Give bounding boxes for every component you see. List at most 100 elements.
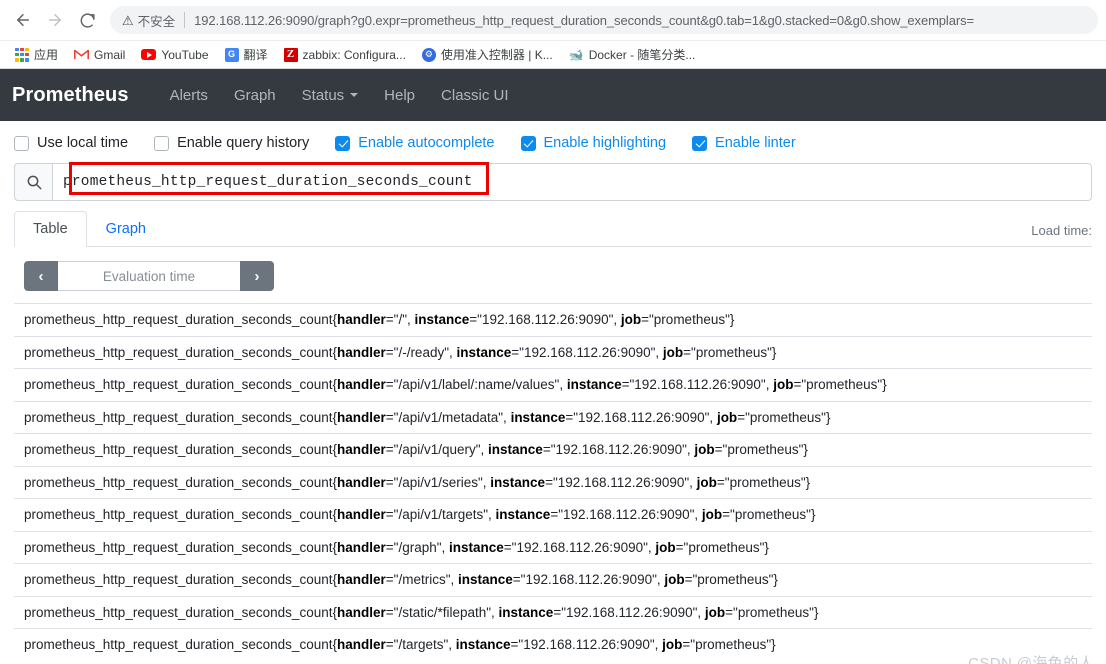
back-arrow-icon[interactable]	[8, 5, 38, 35]
label-value-job: ="prometheus"	[722, 507, 811, 523]
evaluation-time-input[interactable]: Evaluation time	[58, 261, 240, 291]
metric-name: prometheus_http_request_duration_seconds…	[24, 442, 333, 458]
label-key-job: job	[655, 539, 676, 555]
label-key-job: job	[701, 507, 723, 523]
label-key-handler: handler	[337, 539, 386, 555]
close-brace: }	[771, 344, 777, 360]
reload-icon[interactable]	[72, 5, 102, 35]
nav-link-help[interactable]: Help	[371, 81, 428, 110]
checkbox-use-local-time[interactable]	[14, 135, 29, 151]
label-key-instance: instance	[566, 377, 622, 393]
label-key-job: job	[662, 344, 684, 360]
table-row: prometheus_http_request_duration_seconds…	[14, 465, 1092, 499]
close-brace: }	[764, 539, 769, 555]
metric-name: prometheus_http_request_duration_seconds…	[24, 474, 333, 490]
option-enable-query-history[interactable]: Enable query history	[154, 135, 309, 151]
security-label: 不安全	[137, 14, 176, 29]
gmail-icon	[74, 47, 90, 62]
series-cell: prometheus_http_request_duration_seconds…	[14, 628, 1092, 661]
label-value-instance: ="192.168.112.26:9090",	[511, 344, 663, 360]
bookmark-docker[interactable]: 🐋 Docker - 随笔分类...	[562, 43, 703, 66]
checkbox-enable-query-history[interactable]	[154, 135, 170, 151]
label-value-instance: ="192.168.112.26:9090",	[621, 377, 774, 393]
label-value-handler: ="/metrics",	[385, 572, 458, 588]
option-label: Enable highlighting	[543, 135, 667, 151]
bookmark-label: 使用准入控制器 | K...	[440, 48, 553, 62]
nav-link-label: Status	[301, 86, 345, 104]
bookmark-translate[interactable]: G 翻译	[218, 43, 275, 66]
nav-link-alerts[interactable]: Alerts	[157, 81, 221, 110]
bookmark-kubernetes[interactable]: ⚙ 使用准入控制器 | K...	[415, 43, 560, 66]
bookmark-gmail[interactable]: Gmail	[67, 44, 132, 65]
checkbox-enable-highlighting[interactable]	[520, 135, 536, 151]
label-key-instance: instance	[510, 409, 566, 425]
table-row: prometheus_http_request_duration_seconds…	[14, 303, 1092, 337]
label-value-instance: ="192.168.112.26:9090",	[545, 474, 697, 490]
label-key-job: job	[716, 409, 738, 425]
brand-title[interactable]: Prometheus	[12, 84, 129, 107]
label-key-handler: handler	[337, 637, 386, 653]
label-key-instance: instance	[456, 344, 512, 360]
bookmark-zabbix[interactable]: Z zabbix: Configura...	[277, 45, 413, 65]
label-key-job: job	[773, 377, 794, 393]
label-key-handler: handler	[337, 312, 386, 327]
search-icon[interactable]	[14, 163, 52, 201]
option-enable-highlighting[interactable]: Enable highlighting	[520, 135, 667, 151]
label-key-instance: instance	[498, 604, 554, 620]
chevron-left-icon[interactable]: ‹	[24, 261, 58, 291]
label-value-handler: ="/graph",	[385, 539, 450, 555]
security-status[interactable]: ⚠ 不安全	[122, 11, 175, 30]
label-value-job: ="prometheus"	[684, 572, 774, 588]
label-key-instance: instance	[458, 572, 513, 588]
nav-link-classic-ui[interactable]: Classic UI	[428, 81, 522, 110]
bookmarks-bar: 应用 Gmail YouTube G 翻译 Z zabbix: Configur…	[0, 40, 1106, 68]
series-cell: prometheus_http_request_duration_seconds…	[14, 368, 1092, 402]
expression-input[interactable]	[52, 163, 1092, 201]
metric-name: prometheus_http_request_duration_seconds…	[24, 604, 333, 620]
nav-link-label: Help	[384, 86, 416, 104]
option-enable-linter[interactable]: Enable linter	[692, 135, 796, 151]
nav-link-graph[interactable]: Graph	[221, 81, 289, 110]
result-tabs: Table Graph Load time:	[14, 211, 1092, 247]
tab-table[interactable]: Table	[14, 211, 87, 247]
label-value-handler: ="/api/v1/targets",	[385, 507, 496, 523]
address-bar[interactable]: ⚠ 不安全 192.168.112.26:9090/graph?g0.expr=…	[110, 6, 1098, 34]
google-translate-icon: G	[224, 47, 239, 62]
bookmark-youtube[interactable]: YouTube	[134, 45, 215, 65]
close-brace: }	[771, 637, 776, 653]
label-value-instance: ="192.168.112.26:9090",	[550, 507, 702, 523]
browser-chrome: ⚠ 不安全 192.168.112.26:9090/graph?g0.expr=…	[0, 0, 1106, 69]
checkbox-enable-autocomplete[interactable]	[335, 135, 351, 151]
label-key-job: job	[620, 312, 642, 327]
label-value-handler: ="/api/v1/metadata",	[385, 409, 511, 425]
label-value-instance: ="192.168.112.26:9090",	[510, 637, 663, 653]
label-key-instance: instance	[495, 507, 551, 523]
bookmark-apps[interactable]: 应用	[8, 43, 65, 66]
page-viewport: Prometheus Alerts Graph Status Help Clas…	[0, 69, 1106, 664]
evaluation-time-group: ‹ Evaluation time ›	[24, 261, 274, 291]
label-value-job: ="prometheus"	[737, 409, 826, 425]
checkbox-enable-linter[interactable]	[692, 135, 708, 151]
label-key-job: job	[664, 572, 685, 588]
forward-arrow-icon[interactable]	[40, 5, 70, 35]
label-key-handler: handler	[337, 507, 386, 523]
metric-name: prometheus_http_request_duration_seconds…	[24, 539, 333, 555]
table-row: prometheus_http_request_duration_seconds…	[14, 400, 1092, 434]
query-options-row: Use local time Enable query history Enab…	[14, 121, 1092, 161]
evaluation-time-row: ‹ Evaluation time ›	[14, 247, 1092, 301]
option-label: Use local time	[37, 135, 129, 151]
table-row: prometheus_http_request_duration_seconds…	[14, 498, 1092, 532]
chevron-right-icon[interactable]: ›	[240, 261, 274, 291]
metric-name: prometheus_http_request_duration_seconds…	[24, 409, 333, 425]
option-use-local-time[interactable]: Use local time	[14, 135, 128, 151]
option-enable-autocomplete[interactable]: Enable autocomplete	[335, 135, 495, 151]
bookmark-label: 翻译	[243, 48, 268, 62]
results-table-body: prometheus_http_request_duration_seconds…	[14, 303, 1092, 661]
bookmark-label: YouTube	[161, 47, 209, 62]
label-value-handler: ="/api/v1/series",	[385, 474, 491, 490]
nav-link-status[interactable]: Status	[289, 81, 372, 110]
prometheus-navbar: Prometheus Alerts Graph Status Help Clas…	[0, 69, 1106, 121]
tab-graph[interactable]: Graph	[87, 211, 165, 247]
omnibox-divider	[184, 12, 186, 28]
label-key-instance: instance	[490, 474, 546, 490]
